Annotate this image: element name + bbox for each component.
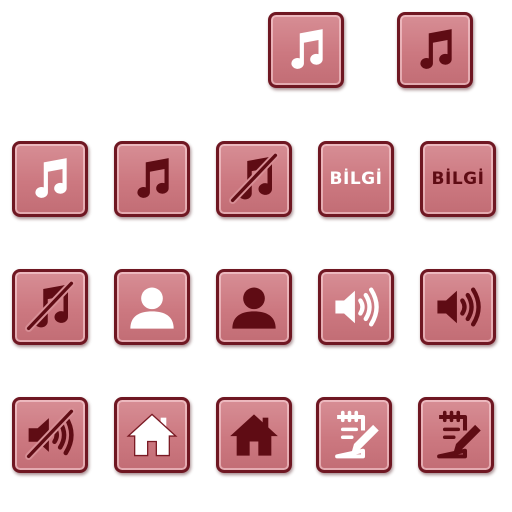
music-mute-button[interactable] — [216, 141, 292, 217]
speaker-muted-icon — [25, 408, 75, 460]
music-button-dark[interactable] — [397, 12, 473, 88]
user-button-light[interactable] — [114, 269, 190, 345]
user-icon — [232, 287, 276, 329]
speaker-button-dark[interactable] — [420, 269, 496, 345]
icon-sheet: BİLGİ BİLGİ — [0, 0, 512, 512]
music-note-icon — [137, 158, 169, 198]
home-icon — [126, 413, 178, 457]
home-button-light[interactable] — [114, 397, 190, 473]
music-mute-button[interactable] — [12, 269, 88, 345]
home-icon — [230, 414, 278, 456]
music-button-dark[interactable] — [114, 141, 190, 217]
speaker-icon — [335, 287, 379, 327]
music-note-icon — [35, 158, 67, 198]
notepad-edit-icon — [335, 410, 379, 459]
music-button-light[interactable] — [268, 12, 344, 88]
speaker-button-light[interactable] — [318, 269, 394, 345]
speaker-mute-button[interactable] — [12, 397, 88, 473]
info-button-dark[interactable]: BİLGİ — [420, 141, 496, 217]
music-muted-icon — [229, 152, 279, 204]
speaker-icon — [437, 287, 481, 327]
music-button-light[interactable] — [12, 141, 88, 217]
music-note-icon — [291, 29, 323, 69]
user-icon — [130, 287, 174, 329]
info-label: BİLGİ — [431, 169, 485, 189]
music-note-icon — [420, 29, 452, 69]
info-label: BİLGİ — [329, 169, 383, 189]
notepad-button-dark[interactable] — [418, 397, 494, 473]
notepad-edit-icon — [437, 410, 481, 459]
notepad-button-light[interactable] — [316, 397, 392, 473]
home-button-dark[interactable] — [216, 397, 292, 473]
user-button-dark[interactable] — [216, 269, 292, 345]
info-button-light[interactable]: BİLGİ — [318, 141, 394, 217]
music-muted-icon — [25, 280, 75, 332]
